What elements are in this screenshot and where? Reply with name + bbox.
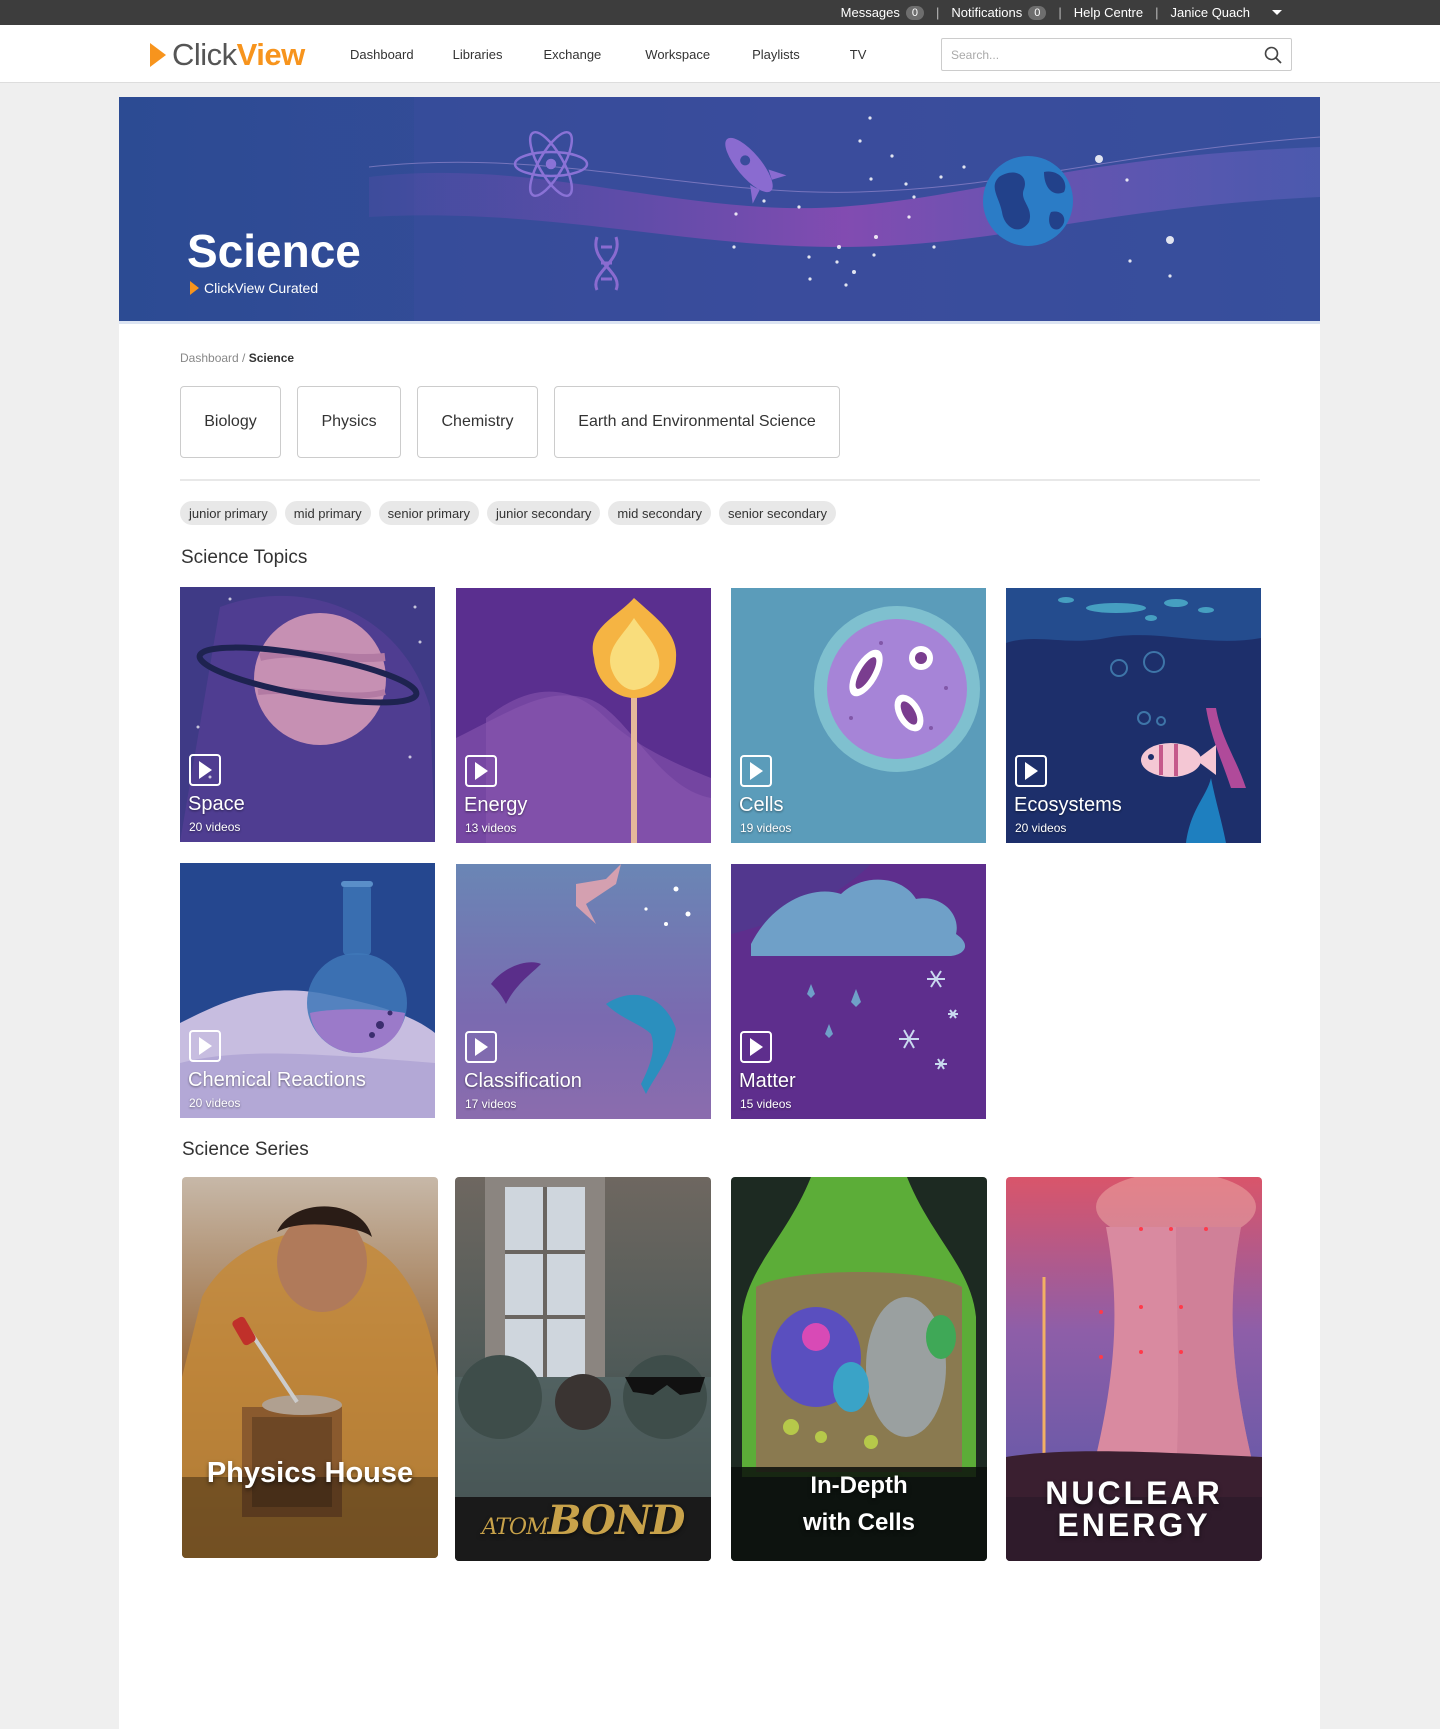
subject-buttons: Biology Physics Chemistry Earth and Envi…	[180, 386, 840, 458]
series-title-part-b: BOND	[547, 1497, 686, 1544]
clickview-logo[interactable]: Click View	[150, 37, 305, 73]
topic-tile-energy[interactable]: Energy 13 videos	[456, 588, 711, 843]
topic-name: Classification	[464, 1070, 582, 1092]
play-icon	[465, 755, 497, 787]
filter-tag-senior-primary[interactable]: senior primary	[378, 501, 480, 525]
nav-link-playlists[interactable]: Playlists	[732, 47, 820, 62]
chevron-down-icon	[1272, 10, 1282, 15]
topic-name: Chemical Reactions	[188, 1069, 366, 1091]
topic-tile-ecosystems[interactable]: Ecosystems 20 videos	[1006, 588, 1261, 843]
series-title-part-a: ATOM	[481, 1515, 549, 1540]
topic-tile-cells[interactable]: Cells 19 videos	[731, 588, 986, 843]
breadcrumb-dashboard[interactable]: Dashboard	[180, 351, 239, 365]
search-input[interactable]	[942, 39, 1242, 70]
play-icon	[740, 755, 772, 787]
topic-name: Matter	[739, 1070, 796, 1092]
breadcrumb: Dashboard / Science	[180, 351, 294, 365]
topic-name: Ecosystems	[1014, 794, 1122, 816]
topic-tile-space[interactable]: Space 20 videos	[180, 587, 435, 842]
user-menu[interactable]: Janice Quach	[1163, 5, 1291, 20]
nav-links: Dashboard Libraries Exchange Workspace P…	[330, 25, 896, 83]
play-icon	[189, 754, 221, 786]
breadcrumb-separator: /	[238, 351, 249, 365]
separator: |	[936, 5, 940, 20]
logo-text-click: Click	[172, 37, 237, 72]
play-icon	[465, 1031, 497, 1063]
topic-tile-chemical-reactions[interactable]: Chemical Reactions 20 videos	[180, 863, 435, 1118]
series-title: Physics House	[206, 1457, 414, 1489]
main-content: Science ClickView Curated Dashboard / Sc…	[119, 97, 1320, 1729]
separator: |	[1058, 5, 1062, 20]
nav-link-tv[interactable]: TV	[820, 47, 897, 62]
help-centre-link[interactable]: Help Centre	[1066, 5, 1151, 20]
topic-tile-matter[interactable]: Matter 15 videos	[731, 864, 986, 1119]
subject-button-earth-environmental[interactable]: Earth and Environmental Science	[554, 386, 840, 458]
topic-video-count: 15 videos	[740, 1097, 792, 1111]
topic-video-count: 20 videos	[189, 820, 241, 834]
subject-button-chemistry[interactable]: Chemistry	[417, 386, 538, 458]
science-banner: Science ClickView Curated	[119, 97, 1320, 324]
topic-name: Cells	[739, 794, 784, 816]
user-name: Janice Quach	[1170, 5, 1251, 20]
series-title: In-Depth with Cells	[731, 1467, 987, 1541]
messages-count-badge: 0	[905, 5, 925, 20]
topic-video-count: 20 videos	[189, 1096, 241, 1110]
play-icon	[740, 1031, 772, 1063]
banner-title: Science	[187, 225, 361, 277]
breadcrumb-current: Science	[248, 351, 295, 365]
banner-subtitle: ClickView Curated	[190, 280, 318, 296]
subject-button-physics[interactable]: Physics	[297, 386, 401, 458]
topic-name: Energy	[464, 794, 528, 816]
filter-tag-mid-secondary[interactable]: mid secondary	[608, 501, 711, 525]
series-card-in-depth-with-cells[interactable]: In-Depth with Cells	[731, 1177, 987, 1561]
topic-name: Space	[188, 793, 245, 815]
topic-video-count: 13 videos	[465, 821, 517, 835]
nav-link-workspace[interactable]: Workspace	[623, 47, 732, 62]
physics-house-artwork	[182, 1177, 438, 1558]
notifications-count-badge: 0	[1028, 5, 1047, 20]
play-icon	[189, 1030, 221, 1062]
topic-video-count: 20 videos	[1015, 821, 1067, 835]
divider	[180, 479, 1260, 481]
series-card-nuclear-energy[interactable]: NUCLEAR ENERGY	[1006, 1177, 1262, 1561]
search-icon[interactable]	[1264, 46, 1282, 64]
series-title-line-2: ENERGY	[1057, 1507, 1211, 1543]
nav-link-dashboard[interactable]: Dashboard	[330, 47, 434, 62]
year-level-filters: junior primary mid primary senior primar…	[180, 501, 836, 525]
main-nav-bar: Click View Dashboard Libraries Exchange W…	[0, 25, 1440, 83]
filter-tag-mid-primary[interactable]: mid primary	[284, 501, 371, 525]
series-title-line-1: In-Depth	[810, 1472, 908, 1499]
messages-link[interactable]: Messages 0	[833, 5, 932, 20]
series-title: NUCLEAR ENERGY	[1006, 1477, 1262, 1541]
filter-tag-junior-secondary[interactable]: junior secondary	[487, 501, 601, 525]
series-title: ATOMBOND	[455, 1497, 711, 1544]
logo-text-view: View	[236, 37, 306, 72]
topic-tile-classification[interactable]: Classification 17 videos	[456, 864, 711, 1119]
messages-label: Messages	[840, 5, 900, 20]
science-topics-heading: Science Topics	[181, 547, 308, 568]
play-icon	[1015, 755, 1047, 787]
nav-link-exchange[interactable]: Exchange	[521, 47, 623, 62]
filter-tag-junior-primary[interactable]: junior primary	[180, 501, 277, 525]
topic-video-count: 19 videos	[740, 821, 792, 835]
filter-tag-senior-secondary[interactable]: senior secondary	[718, 501, 836, 525]
series-card-atom-bond[interactable]: ATOMBOND	[455, 1177, 711, 1561]
series-title-line-2: with Cells	[802, 1509, 916, 1536]
topic-video-count: 17 videos	[465, 1097, 517, 1111]
nav-link-libraries[interactable]: Libraries	[434, 47, 522, 62]
subject-button-biology[interactable]: Biology	[180, 386, 281, 458]
series-card-physics-house[interactable]: Physics House	[182, 1177, 438, 1558]
separator: |	[1155, 5, 1159, 20]
series-title-line-1: NUCLEAR	[1045, 1475, 1223, 1511]
top-utility-bar: Messages 0 | Notifications 0 | Help Cent…	[0, 0, 1440, 25]
notifications-link[interactable]: Notifications 0	[943, 5, 1054, 20]
clickview-play-icon	[190, 281, 199, 295]
logo-play-icon	[150, 43, 166, 67]
science-series-heading: Science Series	[182, 1139, 309, 1160]
banner-subtitle-text: ClickView Curated	[204, 280, 319, 296]
notifications-label: Notifications	[951, 5, 1023, 20]
search-box	[941, 38, 1292, 71]
